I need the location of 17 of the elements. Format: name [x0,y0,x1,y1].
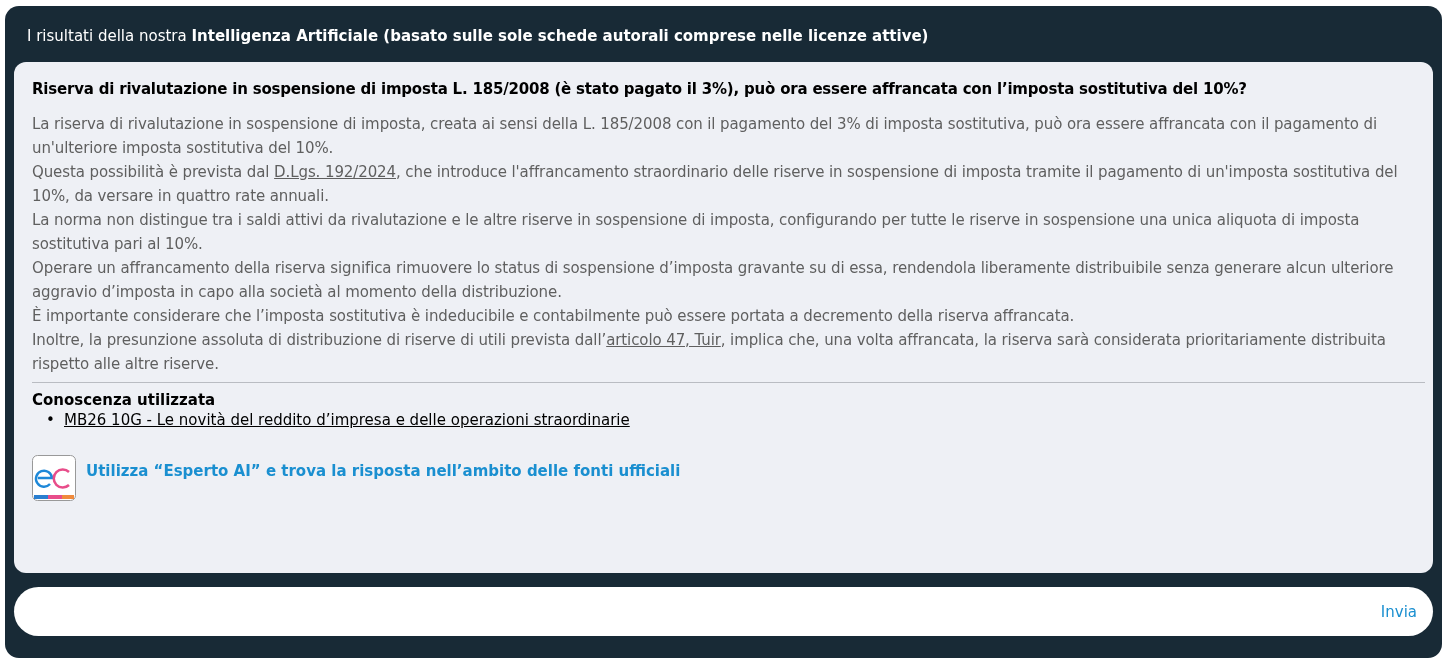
answer-paragraph: Questa possibilità è prevista dal D.Lgs. 192/2024, che introduce l'affrancamento straordinario delle riserve in sospensione di imposta tramite il pagamento di un'imposta sostitutiva del 10%, da versare in quattro rate annuali. [32,162,1399,207]
esperto-ai-link[interactable]: Utilizza “Esperto AI” e trova la risposta nell’ambito delle fonti ufficiali [86,462,681,480]
answer-paragraph: La norma non distingue tra i saldi attivi da rivalutazione e le altre riserve in sospensione di imposta, configurando per tutte le riserve in sospensione una unica aliquota di imposta sostitutiva pari al 10%. [32,210,1361,255]
reference-link[interactable]: D.Lgs. 192/2024 [274,163,396,181]
list-bullet: • [46,411,56,429]
answer-paragraph: Operare un affrancamento della riserva significa rimuovere lo status di sospensione d’imposta gravante su di essa, rendendola liberamente distribuibile senza generare alcun ulteriore aggravio d’imposta in capo alla società al momento della distribuzione. [32,258,1395,303]
send-button[interactable]: Invia [1378,598,1419,625]
app-logo-icon[interactable] [32,455,76,501]
reference-link[interactable]: articolo 47, Tuir [606,331,721,349]
answer-paragraph: Inoltre, la presunzione assoluta di distribuzione di riserve di utili prevista dall’articolo 47, Tuir, implica che, una volta affrancata, la riserva sarà considerata prioritariamente distribuita rispetto alle altre riserve. [32,330,1387,375]
message-field[interactable]: Invia [14,587,1433,636]
answer-paragraph: La riserva di rivalutazione in sospensione di imposta, creata ai sensi della L. 185/2008 con il pagamento del 3% di imposta sostitutiva, può ora essere affrancata con il pagamento di un'ulteriore imposta sostitutiva del 10%. [32,114,1379,159]
source-link[interactable]: MB26 10G - Le novità del reddito d’impresa e delle operazioni straordinarie [64,411,630,429]
answer-paragraph: È importante considerare che l’imposta sostitutiva è indeducibile e contabilmente può essere portata a decremento della riserva affrancata. [32,305,1076,327]
question-title: Riserva di rivalutazione in sospensione di imposta L. 185/2008 (è stato pagato il 3%), può ora essere affrancata con l’imposta sostitutiva del 10%? [32,80,1248,98]
sources-heading: Conoscenza utilizzata [32,391,217,409]
results-heading: I risultati della nostra Intelligenza Artificiale (basato sulle sole schede autorali comprese nelle licenze attive) [26,26,930,43]
